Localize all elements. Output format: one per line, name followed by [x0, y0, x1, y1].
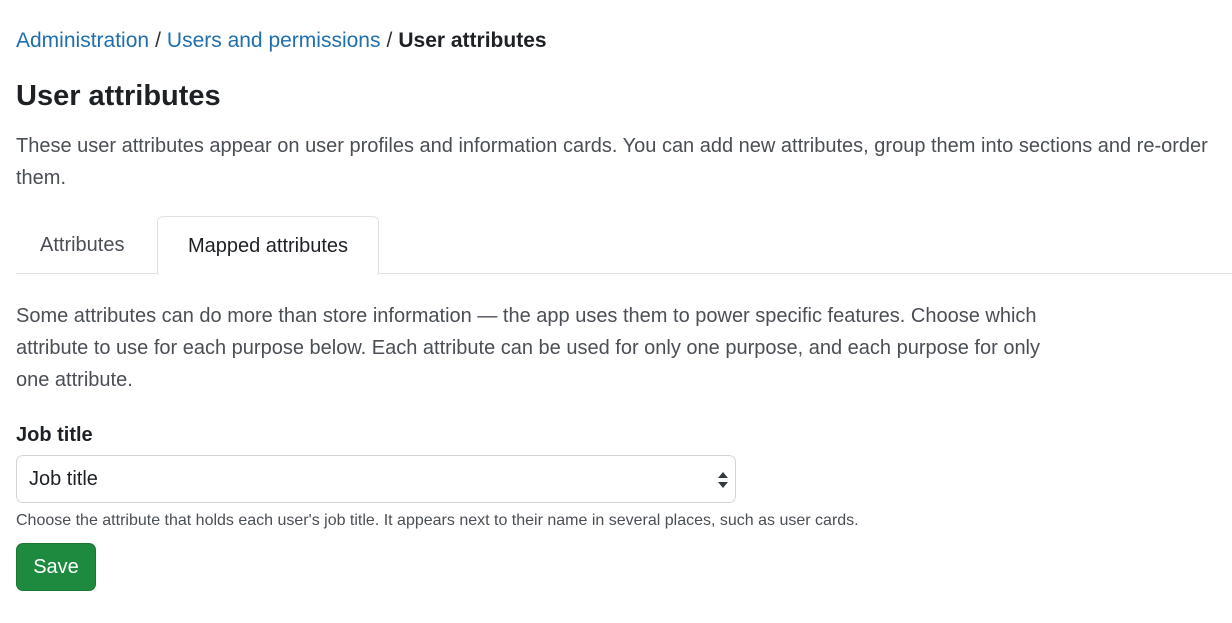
tab-mapped-attributes[interactable]: Mapped attributes: [157, 216, 379, 275]
tab-bar: Attributes Mapped attributes: [16, 216, 1232, 275]
select-caret-icon: [718, 472, 728, 488]
breadcrumb-separator: /: [155, 29, 161, 52]
breadcrumb-separator: /: [386, 29, 393, 52]
save-button[interactable]: Save: [16, 543, 96, 591]
mapped-attributes-description: Some attributes can do more than store i…: [16, 305, 1041, 391]
breadcrumb-link-administration[interactable]: Administration: [16, 29, 149, 52]
page-intro: These user attributes appear on user pro…: [16, 135, 1208, 189]
page-title: User attributes: [16, 80, 221, 112]
page: Administration / Users and permissions / Use…: [0, 0, 1232, 623]
breadcrumb-link-users-and-permissions[interactable]: Users and permissions: [167, 29, 381, 52]
job-title-field-label: Job title: [16, 424, 93, 446]
breadcrumb-current: User attributes: [398, 29, 547, 52]
job-title-select[interactable]: Job title: [16, 455, 736, 503]
job-title-select-value: Job title: [29, 468, 98, 490]
breadcrumb: Administration / Users and permissions / Use…: [16, 28, 547, 54]
tab-attributes[interactable]: Attributes: [16, 216, 148, 274]
job-title-help-text: Choose the attribute that holds each use…: [16, 512, 859, 529]
